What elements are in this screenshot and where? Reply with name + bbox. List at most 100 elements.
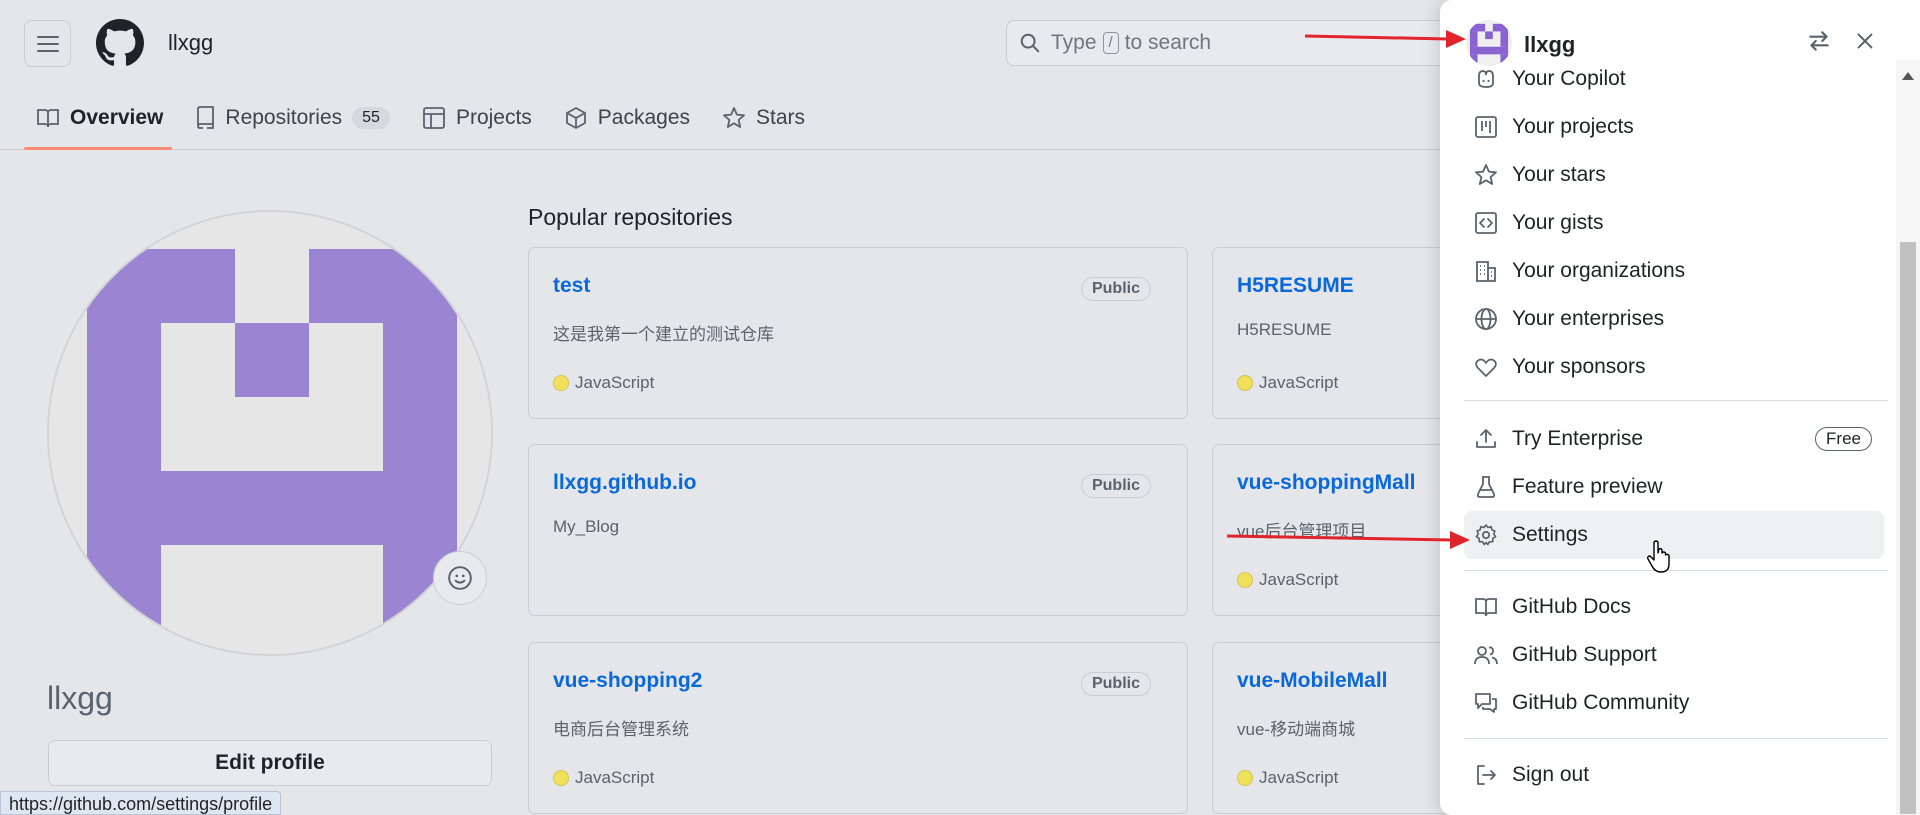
menu-scrollbar[interactable] [1896,60,1920,815]
tab-projects-label: Projects [455,106,532,129]
menu-item-label: Sign out [1512,763,1590,786]
menu-item-github-support[interactable]: GitHub Support [1464,631,1884,679]
repo-icon [197,106,215,129]
comment-discussion-icon [1475,693,1497,713]
menu-divider [1464,570,1888,571]
menu-icon [36,35,59,52]
book-icon [1475,598,1497,617]
visibility-badge: Public [1080,474,1151,498]
menu-item-feature-preview[interactable]: Feature preview [1464,463,1884,511]
menu-item-label: Your gists [1512,211,1604,234]
tab-stars-label: Stars [756,106,806,129]
repo-language: JavaScript [553,373,654,393]
menu-item-try-enterprise[interactable]: Try Enterprise Free [1464,415,1884,463]
tab-overview[interactable]: Overview [24,96,175,140]
menu-item-your-enterprises[interactable]: Your enterprises [1464,295,1884,343]
globe-icon [1475,308,1497,330]
active-tab-indicator [24,147,172,150]
star-icon [723,107,745,128]
tab-stars[interactable]: Stars [710,96,817,140]
repo-language-label: JavaScript [1259,373,1339,392]
repositories-count-badge: 55 [352,107,390,129]
identicon-avatar [49,212,491,654]
sign-out-icon [1477,765,1496,785]
code-square-icon [1475,212,1497,234]
edit-profile-button[interactable]: Edit profile [48,740,492,786]
annotation-arrow-to-avatar [1304,30,1466,48]
menu-item-settings[interactable]: Settings [1464,511,1884,559]
menu-item-your-stars[interactable]: Your stars [1464,151,1884,199]
close-icon[interactable] [1854,30,1876,52]
repo-language: JavaScript [1237,768,1338,788]
menu-item-label: Your enterprises [1512,307,1665,330]
repo-name-link[interactable]: vue-shoppingMall [1237,471,1416,495]
menu-item-label: Your stars [1512,163,1606,186]
menu-item-your-sponsors[interactable]: Your sponsors [1464,343,1884,391]
tab-projects[interactable]: Projects [410,96,544,140]
repo-language-label: JavaScript [1259,768,1339,787]
tab-packages-label: Packages [597,106,691,129]
menu-item-label: GitHub Community [1512,691,1690,714]
package-icon [565,107,586,129]
user-side-menu: llxgg Your Copilot Your projects Your st… [1440,0,1920,815]
annotation-arrow-to-settings [1226,531,1470,549]
menu-item-your-projects[interactable]: Your projects [1464,103,1884,151]
star-icon [1475,164,1497,185]
repo-card: test Public 这是我第一个建立的测试仓库 JavaScript [528,247,1188,419]
repo-card: vue-shopping2 Public 电商后台管理系统 JavaScript [528,642,1188,814]
tab-repositories[interactable]: Repositories 55 [183,96,402,140]
menu-item-your-gists[interactable]: Your gists [1464,199,1884,247]
free-badge: Free [1815,427,1872,451]
book-icon [37,109,59,128]
gear-icon [1475,524,1497,546]
repo-description: My_Blog [553,517,620,536]
organization-icon [1476,261,1496,282]
repo-language-label: JavaScript [575,768,655,787]
profile-username: llxgg [47,680,113,716]
set-status-button[interactable] [433,551,487,605]
project-icon [1475,116,1497,138]
repo-name-link[interactable]: llxgg.github.io [553,471,696,495]
repo-name-link[interactable]: vue-shopping2 [553,669,702,693]
menu-item-your-copilot[interactable]: Your Copilot [1464,55,1884,103]
language-color-dot [1237,572,1253,588]
tab-packages[interactable]: Packages [552,96,702,140]
menu-item-label: Your projects [1512,115,1634,138]
copilot-icon [1478,70,1494,88]
hamburger-menu-button[interactable] [24,20,71,67]
smiley-icon [448,566,472,590]
language-color-dot [1237,770,1253,786]
search-prefix: Type [1051,31,1097,54]
upload-icon [1476,429,1496,448]
menu-item-label: GitHub Docs [1512,595,1632,618]
menu-item-label: Your sponsors [1512,355,1646,378]
menu-item-sign-out[interactable]: Sign out [1464,751,1884,799]
repo-language-label: JavaScript [1259,570,1339,589]
menu-item-github-community[interactable]: GitHub Community [1464,679,1884,727]
search-suffix: to search [1124,31,1212,54]
tab-repositories-label: Repositories [225,106,343,129]
repo-description: 这是我第一个建立的测试仓库 [553,325,774,344]
menu-item-github-docs[interactable]: GitHub Docs [1464,583,1884,631]
table-icon [423,107,445,129]
repo-description: 电商后台管理系统 [553,720,689,739]
profile-avatar[interactable] [47,210,493,656]
github-logo-icon[interactable] [96,19,144,67]
menu-item-label: Your organizations [1512,259,1686,282]
menu-item-label: Your Copilot [1512,67,1626,90]
popular-repositories-heading: Popular repositories [528,204,733,230]
header-username[interactable]: llxgg [168,30,213,56]
menu-divider [1464,738,1888,739]
repo-description: H5RESUME [1237,320,1332,339]
repo-name-link[interactable]: H5RESUME [1237,274,1354,298]
repo-description: vue-移动端商城 [1237,720,1356,739]
repo-name-link[interactable]: vue-MobileMall [1237,669,1388,693]
scroll-up-arrow-icon[interactable] [1902,72,1914,80]
tab-overview-label: Overview [70,106,164,129]
scrollbar-thumb[interactable] [1900,242,1916,814]
switch-account-icon[interactable] [1806,28,1832,54]
menu-item-your-organizations[interactable]: Your organizations [1464,247,1884,295]
visibility-badge: Public [1080,277,1151,301]
people-icon [1474,646,1498,665]
repo-name-link[interactable]: test [553,274,590,298]
